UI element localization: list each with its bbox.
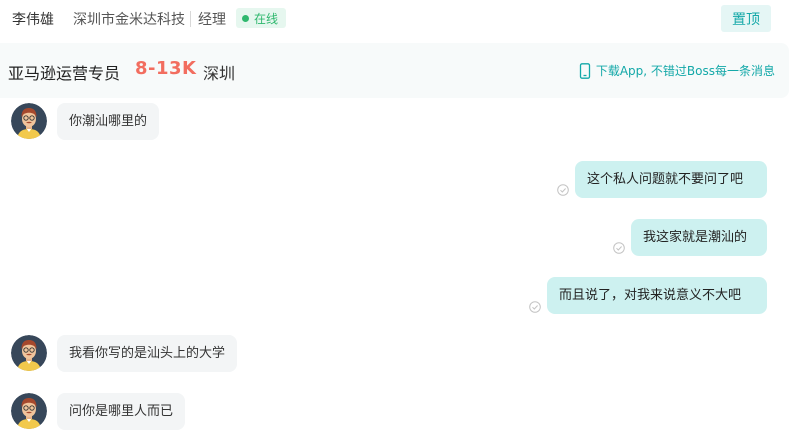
job-info-bar: 亚马逊运营专员 8-13K 深圳 下载App, 不错过Boss每一条消息 bbox=[0, 43, 789, 98]
check-circle-icon bbox=[613, 242, 625, 254]
avatar[interactable] bbox=[11, 103, 47, 139]
message-bubble: 你潮汕哪里的 bbox=[57, 103, 160, 140]
message-bubble: 问你是哪里人而已 bbox=[57, 393, 186, 430]
avatar[interactable] bbox=[11, 393, 47, 429]
avatar-man-icon bbox=[11, 335, 47, 371]
contact-role: 经理 bbox=[198, 12, 226, 28]
company-name: 深圳市金米达科技 bbox=[73, 12, 185, 28]
online-dot-icon bbox=[242, 14, 249, 22]
contact-name: 李伟雄 bbox=[12, 12, 54, 28]
online-status-badge: 在线 bbox=[236, 8, 287, 28]
message-bubble: 我这家就是潮汕的 bbox=[631, 219, 767, 256]
job-city: 深圳 bbox=[203, 64, 236, 83]
status-label: 在线 bbox=[254, 11, 279, 26]
pin-button[interactable]: 置顶 bbox=[721, 5, 771, 32]
avatar[interactable] bbox=[11, 335, 47, 371]
job-salary: 8-13K bbox=[135, 58, 197, 79]
download-app-link[interactable]: 下载App, 不错过Boss每一条消息 bbox=[578, 62, 775, 79]
message-bubble: 这个私人问题就不要问了吧 bbox=[575, 161, 767, 198]
avatar-man-icon bbox=[11, 103, 47, 139]
message-bubble: 而且说了，对我来说意义不大吧 bbox=[547, 277, 767, 314]
chat-header: 李伟雄 深圳市金米达科技 经理 在线 置顶 bbox=[0, 0, 796, 38]
check-circle-icon bbox=[529, 301, 541, 313]
divider bbox=[190, 11, 191, 27]
message-bubble: 我看你写的是汕头上的大学 bbox=[57, 335, 238, 372]
job-title: 亚马逊运营专员 bbox=[8, 64, 121, 83]
avatar-man-icon bbox=[11, 393, 47, 429]
check-circle-icon bbox=[557, 184, 569, 196]
phone-icon bbox=[579, 62, 590, 79]
download-app-text: 下载App, 不错过Boss每一条消息 bbox=[595, 64, 775, 78]
